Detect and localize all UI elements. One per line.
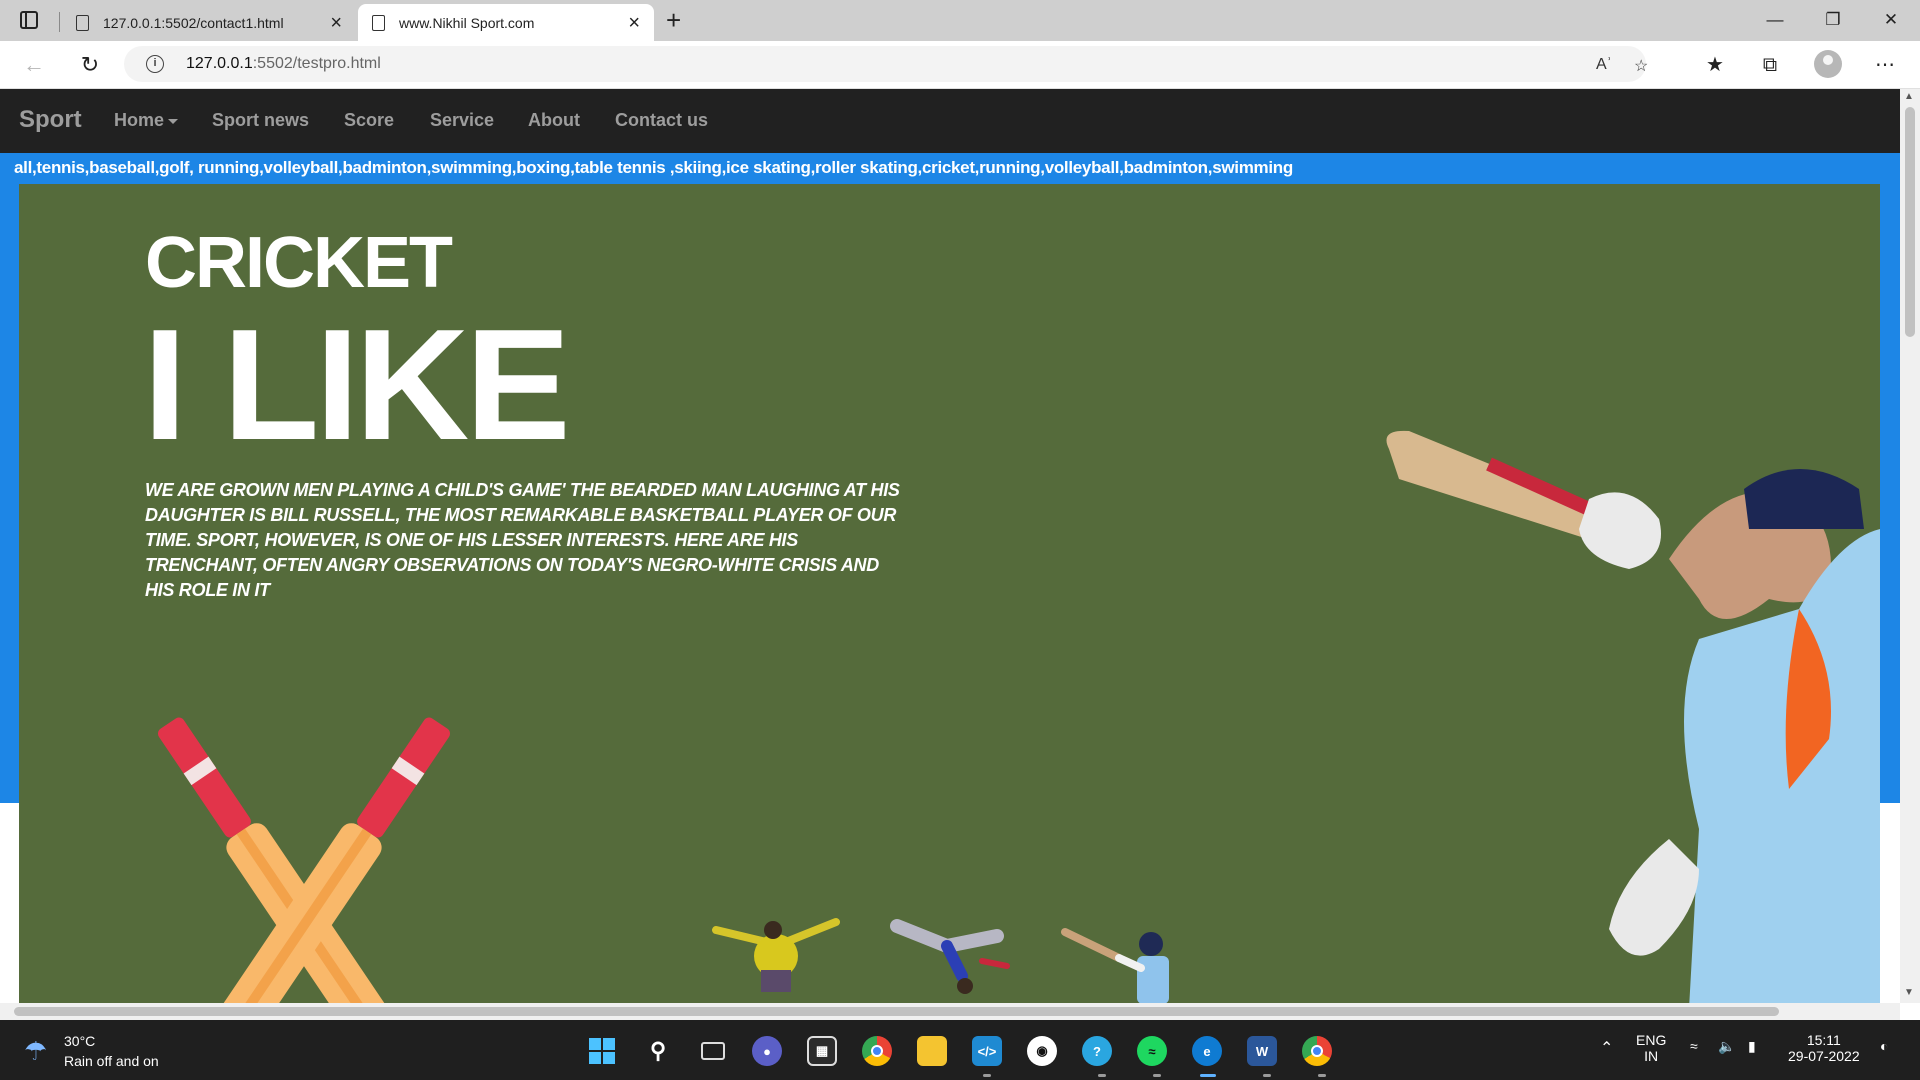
wifi-icon[interactable]: ≈	[1690, 1038, 1698, 1054]
minimize-button[interactable]: —	[1752, 5, 1798, 35]
tab-separator	[59, 12, 60, 32]
cricketer-photo	[1386, 430, 1880, 1003]
favorites-icon[interactable]: ★	[1699, 49, 1731, 81]
tab-contact[interactable]: 127.0.0.1:5502/contact1.html ×	[62, 4, 356, 41]
nav-sport-news[interactable]: Sport news	[212, 110, 309, 131]
battery-icon[interactable]: ▮	[1748, 1038, 1756, 1055]
vertical-scroll-thumb[interactable]	[1905, 107, 1915, 337]
profile-avatar[interactable]	[1814, 50, 1842, 78]
teams-chat-icon[interactable]: ●	[752, 1036, 782, 1066]
edge-icon[interactable]: e	[1192, 1036, 1222, 1066]
word-icon[interactable]: W	[1247, 1036, 1277, 1066]
task-view-icon[interactable]	[698, 1036, 728, 1066]
info-icon[interactable]: i	[146, 55, 164, 73]
running-indicator	[1153, 1074, 1161, 1077]
scroll-up-icon[interactable]: ▲	[1904, 91, 1914, 102]
sports-marquee: all,tennis,baseball,golf, running,volley…	[14, 158, 1293, 177]
collections-icon[interactable]: ⧉	[1754, 49, 1786, 81]
read-aloud-icon[interactable]: Aʾ	[1596, 56, 1612, 74]
hero-heading-large: I LIKE	[143, 297, 571, 473]
more-options-icon[interactable]: ⋯	[1869, 49, 1901, 81]
url-text[interactable]: 127.0.0.1:5502/testpro.html	[186, 55, 381, 73]
horizontal-scroll-thumb[interactable]	[14, 1007, 1779, 1016]
notification-icon[interactable]: ◐	[1880, 1038, 1888, 1054]
tab-title: www.Nikhil Sport.com	[399, 14, 535, 31]
running-indicator	[983, 1074, 991, 1077]
page-icon	[372, 14, 385, 31]
chrome-icon[interactable]	[862, 1036, 892, 1066]
umbrella-rain-icon[interactable]: ☂	[24, 1036, 47, 1067]
close-tab-icon[interactable]: ×	[330, 13, 342, 33]
tab-bar: 127.0.0.1:5502/contact1.html × www.Nikhi…	[0, 0, 1920, 41]
close-window-button[interactable]: ✕	[1868, 5, 1914, 35]
weather-temperature[interactable]: 30°C	[64, 1033, 95, 1049]
nav-about[interactable]: About	[528, 110, 580, 131]
github-icon[interactable]: ◉	[1027, 1036, 1057, 1066]
batsman-figure-image	[1061, 928, 1169, 1003]
address-bar: ← ↻ i 127.0.0.1:5502/testpro.html Aʾ ☆ ★…	[0, 41, 1920, 89]
nav-service[interactable]: Service	[430, 110, 494, 131]
back-button[interactable]: ←	[18, 49, 50, 81]
store-icon[interactable]: ▦	[807, 1036, 837, 1066]
site-brand[interactable]: Sport	[19, 106, 82, 134]
running-indicator	[1098, 1074, 1106, 1077]
scroll-down-icon[interactable]: ▼	[1904, 987, 1914, 998]
add-favorite-icon[interactable]: ☆	[1634, 56, 1648, 76]
page-icon	[76, 14, 89, 31]
crossed-bats-illustration	[158, 717, 450, 1003]
chrome-profile-icon[interactable]	[1302, 1036, 1332, 1066]
clock[interactable]: 15:11 29-07-2022	[1788, 1032, 1860, 1064]
vscode-icon[interactable]: </>	[972, 1036, 1002, 1066]
chevron-down-icon	[168, 118, 179, 124]
horizontal-scrollbar[interactable]	[0, 1003, 1900, 1020]
hero-quote: WE ARE GROWN MEN PLAYING A CHILD'S GAME'…	[145, 480, 900, 600]
hero-heading-small: CRICKET	[145, 223, 453, 303]
nav-contact-us[interactable]: Contact us	[615, 110, 708, 131]
breakdancer-figure-image	[890, 919, 1010, 994]
spotify-icon[interactable]: ≈	[1137, 1036, 1167, 1066]
hero-section: CRICKET I LIKE WE ARE GROWN MEN PLAYING …	[19, 184, 1880, 1003]
url-field[interactable]: i 127.0.0.1:5502/testpro.html Aʾ ☆	[124, 46, 1648, 82]
new-tab-button[interactable]: +	[666, 4, 681, 36]
page-viewport: Sport Home Sport news Score Service Abou…	[0, 89, 1900, 1003]
language-indicator[interactable]: ENG IN	[1636, 1032, 1666, 1064]
volume-icon[interactable]: 🔈	[1718, 1038, 1735, 1055]
active-indicator	[1200, 1074, 1216, 1077]
nav-home[interactable]: Home	[114, 110, 179, 131]
vertical-scrollbar[interactable]: ▲ ▼	[1900, 89, 1920, 1003]
file-explorer-icon[interactable]	[917, 1036, 947, 1066]
start-icon[interactable]	[587, 1036, 617, 1066]
restore-button[interactable]: ❐	[1810, 5, 1856, 35]
running-indicator	[1263, 1074, 1271, 1077]
site-navbar: Sport Home Sport news Score Service Abou…	[0, 89, 1900, 153]
refresh-button[interactable]: ↻	[74, 49, 106, 81]
dancer-figure-image	[712, 918, 840, 992]
tab-actions-icon[interactable]	[20, 11, 38, 29]
running-indicator	[1318, 1074, 1326, 1077]
help-icon[interactable]: ?	[1082, 1036, 1112, 1066]
weather-description[interactable]: Rain off and on	[64, 1053, 159, 1069]
search-icon[interactable]: ⚲	[643, 1036, 673, 1066]
chevron-up-icon[interactable]: ⌃	[1600, 1038, 1613, 1058]
taskbar: ☂ 30°C Rain off and on ⚲ ● ▦ </> ◉ ? ≈ e…	[0, 1020, 1920, 1080]
tab-nikhil-sport[interactable]: www.Nikhil Sport.com ×	[358, 4, 654, 41]
close-tab-icon[interactable]: ×	[628, 13, 640, 33]
nav-score[interactable]: Score	[344, 110, 394, 131]
tab-title: 127.0.0.1:5502/contact1.html	[103, 14, 284, 31]
